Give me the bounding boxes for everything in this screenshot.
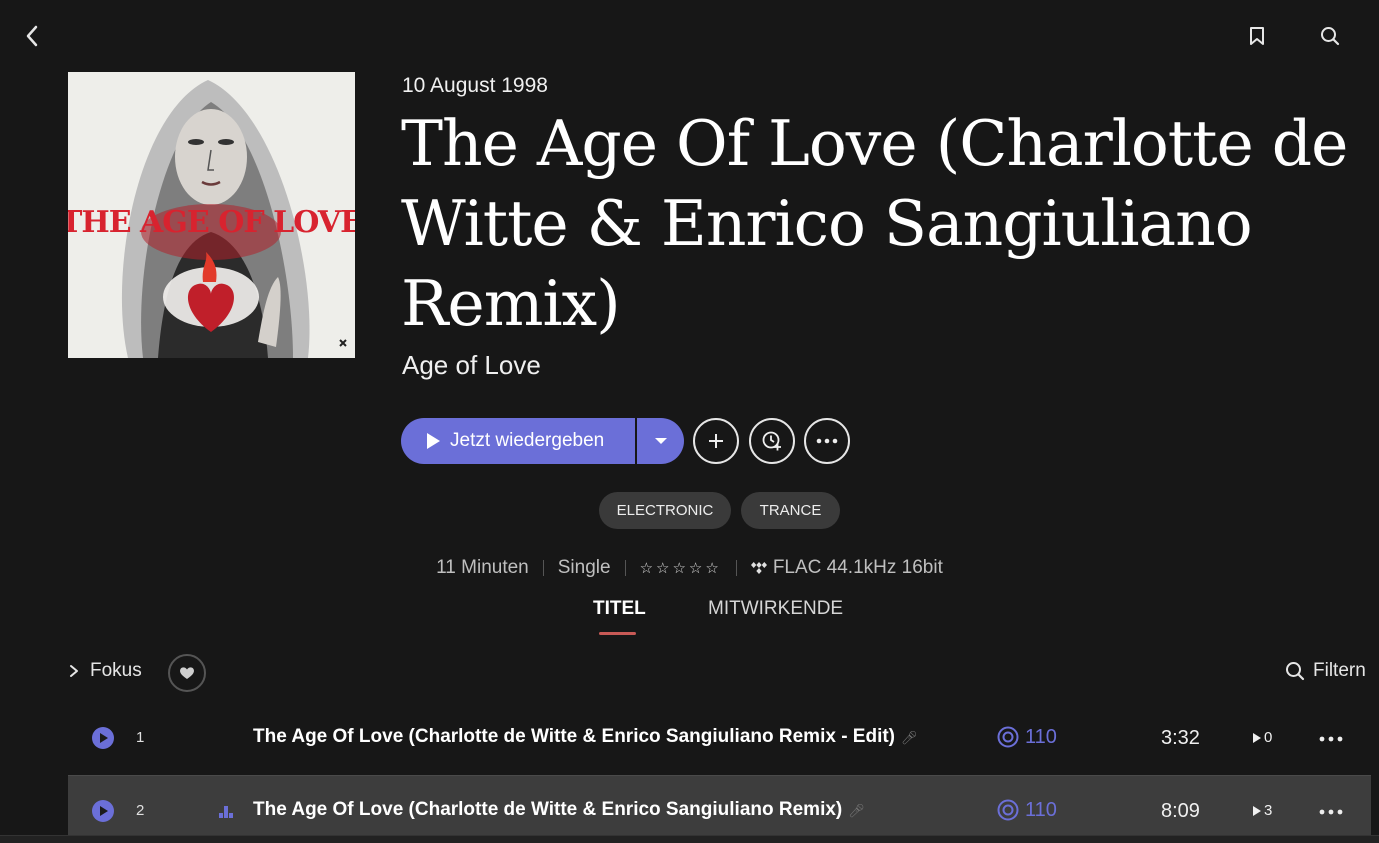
track-play-count: 3: [1253, 802, 1272, 819]
ellipsis-icon: [816, 438, 838, 444]
fokus-label: Fokus: [90, 660, 142, 681]
play-now-label: Jetzt wiedergeben: [450, 430, 605, 451]
album-meta: 11 Minuten Single ☆☆☆☆☆ FLAC 44.1kHz 16b…: [0, 557, 1379, 579]
play-now-button[interactable]: Jetzt wiedergeben: [401, 418, 635, 464]
track-bpm: 110: [996, 725, 1057, 749]
album-cover: THE AGE OF LOVE: [68, 72, 355, 358]
plus-icon: [709, 434, 723, 448]
tab-titel[interactable]: TITEL: [593, 598, 646, 620]
microphone-icon: 🎤︎: [901, 730, 918, 745]
track-play-button[interactable]: [92, 800, 114, 822]
play-count-value: 0: [1264, 729, 1273, 746]
bpm-target-icon: [997, 799, 1019, 821]
play-icon: [100, 733, 108, 743]
search-button[interactable]: [1316, 22, 1344, 50]
bpm-value: 110: [1025, 725, 1057, 748]
track-title[interactable]: The Age Of Love (Charlotte de Witte & En…: [253, 799, 865, 821]
bpm-value: 110: [1025, 798, 1057, 821]
genre-tag-trance[interactable]: TRANCE: [741, 492, 840, 529]
player-bar-edge: [0, 835, 1379, 843]
caret-down-icon: [654, 438, 667, 444]
divider: [735, 560, 737, 576]
active-tab-indicator: [599, 632, 636, 635]
audio-quality: FLAC 44.1kHz 16bit: [772, 557, 943, 578]
track-number: 2: [136, 802, 145, 819]
release-date: 10 August 1998: [402, 74, 548, 97]
popularity-bars-icon: [218, 804, 234, 823]
album-title: The Age Of Love (Charlotte de Witte & En…: [401, 107, 1348, 340]
track-duration: 3:32: [1161, 727, 1200, 749]
ellipsis-icon: [1319, 736, 1343, 742]
play-count-value: 3: [1264, 802, 1273, 819]
track-duration: 8:09: [1161, 800, 1200, 822]
track-title-text: The Age Of Love (Charlotte de Witte & En…: [253, 799, 843, 820]
track-more-button[interactable]: [1319, 729, 1343, 747]
play-options-dropdown[interactable]: [637, 418, 684, 464]
heart-icon: [180, 667, 194, 679]
cover-title-text: THE AGE OF LOVE: [68, 205, 355, 240]
chevron-right-icon: [70, 665, 78, 677]
more-options-button[interactable]: [804, 418, 850, 464]
track-play-button[interactable]: [92, 727, 114, 749]
star-rating[interactable]: ☆☆☆☆☆: [640, 559, 722, 577]
track-row[interactable]: 1 The Age Of Love (Charlotte de Witte & …: [68, 703, 1371, 773]
track-bpm: 110: [996, 798, 1057, 822]
play-icon: [427, 433, 440, 449]
divider: [624, 560, 626, 576]
album-duration: 11 Minuten: [436, 557, 529, 578]
add-to-queue-later-button[interactable]: [749, 418, 795, 464]
play-icon: [100, 806, 108, 816]
filter-button[interactable]: Filtern: [1285, 660, 1366, 682]
tab-mitwirkende[interactable]: MITWIRKENDE: [708, 598, 843, 620]
bpm-target-icon: [997, 726, 1019, 748]
ellipsis-icon: [1319, 809, 1343, 815]
search-icon: [1286, 662, 1305, 681]
track-more-button[interactable]: [1319, 802, 1343, 820]
bookmark-icon: [1250, 27, 1264, 45]
search-icon: [1321, 27, 1340, 46]
track-title-text: The Age Of Love (Charlotte de Witte & En…: [253, 726, 896, 747]
track-row[interactable]: 2 The Age Of Love (Charlotte de Witte & …: [68, 775, 1371, 843]
chevron-left-icon: [26, 25, 38, 47]
play-count-icon: [1253, 805, 1261, 816]
clock-plus-icon: [762, 431, 781, 451]
release-type: Single: [557, 557, 611, 578]
microphone-icon: 🎤︎: [848, 803, 865, 818]
back-button[interactable]: [18, 22, 46, 50]
bookmark-button[interactable]: [1243, 22, 1271, 50]
genre-tag-electronic[interactable]: ELECTRONIC: [599, 492, 731, 529]
track-play-count: 0: [1253, 729, 1272, 746]
filter-label: Filtern: [1313, 660, 1366, 681]
track-title[interactable]: The Age Of Love (Charlotte de Witte & En…: [253, 726, 918, 748]
favorite-button[interactable]: [168, 654, 206, 692]
play-count-icon: [1253, 732, 1261, 743]
artist-name[interactable]: Age of Love: [402, 350, 541, 381]
fokus-toggle[interactable]: Fokus: [68, 660, 142, 682]
add-button[interactable]: [693, 418, 739, 464]
track-number: 1: [136, 729, 145, 746]
divider: [542, 560, 544, 576]
tidal-icon: [750, 562, 767, 574]
